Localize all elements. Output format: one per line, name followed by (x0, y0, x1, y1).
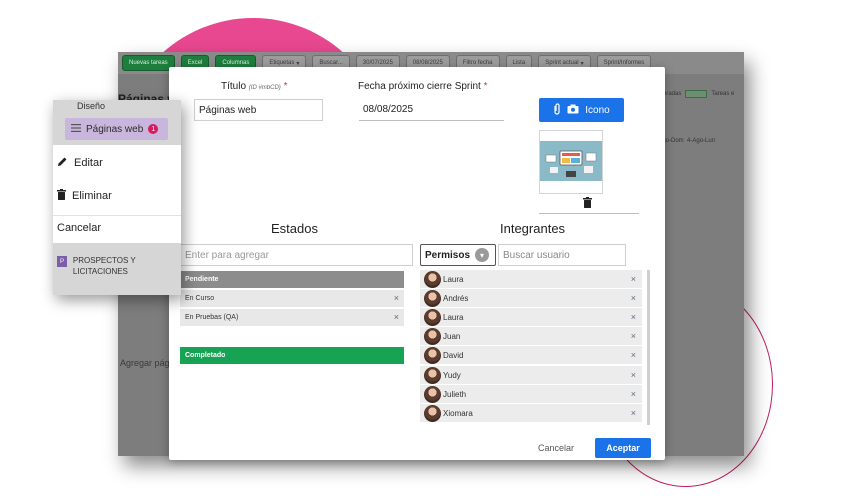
paperclip-icon (553, 102, 561, 118)
member-row: Laura × (420, 270, 642, 288)
icon-upload-button[interactable]: Icono (539, 98, 624, 122)
notification-badge: 1 (148, 124, 159, 134)
avatar (424, 346, 441, 364)
member-row: Julieth × (420, 385, 642, 403)
menu-delete[interactable]: Eliminar (53, 184, 181, 208)
members-list[interactable]: Laura × Andrés × Laura × Juan × David × … (420, 270, 650, 425)
remove-member-icon[interactable]: × (631, 408, 636, 418)
permissions-dropdown[interactable]: Permisos ▾ (420, 244, 496, 266)
member-row: David × (420, 346, 642, 364)
remove-member-icon[interactable]: × (631, 389, 636, 399)
project-initial-badge: P (57, 256, 67, 267)
avatar (424, 270, 441, 288)
legend-swatch (685, 90, 708, 98)
group-label: Diseño (77, 101, 106, 111)
sprint-date-input[interactable]: 08/08/2025 (359, 99, 504, 121)
avatar (424, 385, 441, 403)
avatar (424, 327, 441, 345)
menu-cancel[interactable]: Cancelar (53, 215, 181, 239)
context-menu: Diseño Páginas web 1 Editar Eliminar Can… (53, 100, 181, 295)
app-legend: Moradas Tareas e (658, 90, 735, 98)
remove-state-icon[interactable]: × (394, 312, 399, 322)
add-state-input[interactable]: Enter para agregar (180, 244, 413, 266)
avatar (424, 289, 441, 307)
states-title: Estados (271, 221, 318, 236)
chevron-down-icon: ▾ (475, 248, 490, 262)
user-search-input[interactable]: Buscar usuario (498, 244, 626, 266)
workspace-illustration-image (540, 141, 602, 181)
project-item[interactable]: P PROSPECTOS Y LICITACIONES (53, 243, 181, 295)
camera-icon (567, 104, 579, 117)
pencil-icon (57, 156, 68, 170)
title-input[interactable]: Páginas web (194, 99, 323, 121)
avatar (424, 366, 441, 384)
remove-member-icon[interactable]: × (631, 293, 636, 303)
cancel-button[interactable]: Cancelar (538, 443, 574, 453)
remove-member-icon[interactable]: × (631, 312, 636, 322)
members-title: Integrantes (500, 221, 566, 236)
member-row: Yudy × (420, 366, 642, 384)
sprint-date-label: Fecha próximo cierre Sprint * (358, 81, 488, 92)
remove-member-icon[interactable]: × (631, 370, 636, 380)
state-row-completed[interactable]: Completado (180, 347, 404, 365)
state-row[interactable]: En Pruebas (QA) × (180, 309, 404, 327)
avatar (424, 308, 441, 326)
member-row: Xiomara × (420, 404, 642, 422)
accept-button[interactable]: Aceptar (595, 438, 651, 458)
member-row: Andrés × (420, 289, 642, 307)
state-row[interactable]: Pendiente (180, 271, 404, 289)
title-label: Título (ID #mbCD) * (221, 81, 288, 92)
member-row: Juan × (420, 327, 642, 345)
page-chip[interactable]: Páginas web 1 (65, 118, 168, 140)
trash-icon (57, 189, 66, 203)
project-name: PROSPECTOS Y LICITACIONES (72, 256, 136, 276)
menu-header: Diseño Páginas web 1 (53, 100, 181, 145)
remove-member-icon[interactable]: × (631, 350, 636, 360)
remove-member-icon[interactable]: × (631, 274, 636, 284)
member-row: Laura × (420, 308, 642, 326)
remove-state-icon[interactable]: × (394, 293, 399, 303)
delete-thumbnail-icon[interactable] (583, 195, 592, 213)
state-row[interactable]: En Curso × (180, 290, 404, 308)
avatar (424, 404, 441, 422)
menu-edit[interactable]: Editar (53, 151, 181, 175)
page-icon-thumbnail (539, 130, 603, 194)
list-icon (71, 123, 81, 135)
remove-member-icon[interactable]: × (631, 331, 636, 341)
edit-page-modal: Título (ID #mbCD) * Páginas web Fecha pr… (169, 67, 665, 460)
new-tasks-button[interactable]: Nuevas tareas (122, 55, 175, 71)
